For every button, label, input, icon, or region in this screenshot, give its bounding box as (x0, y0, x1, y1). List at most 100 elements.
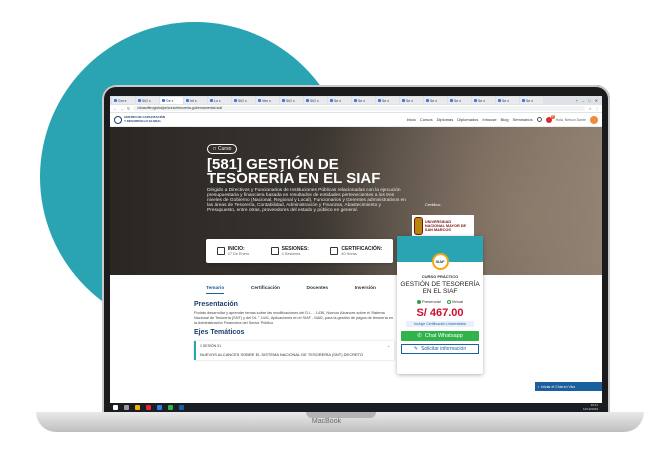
whatsapp-button[interactable]: ✆ Chat Whatsapp (401, 331, 479, 341)
logo-mark-icon (114, 115, 122, 124)
site-logo[interactable]: CENTRO DE CAPACITACIÓN Y DESARROLLO GLOB… (114, 115, 165, 124)
favicon-icon (450, 99, 453, 102)
browser-tab[interactable]: Se x (448, 97, 471, 104)
browser-tab[interactable]: Se x (352, 97, 375, 104)
menu-item-inicio[interactable]: Inicio (407, 117, 416, 122)
radio-empty-icon (446, 299, 451, 304)
certifica-label: Certifica: (425, 202, 441, 207)
page-title: [581] GESTIÓN DE TESORERÍA EN EL SIAF (207, 156, 381, 187)
calendar-icon (216, 247, 225, 255)
course-description: Dirigido a Directivos y Funcionarios de … (207, 188, 406, 213)
chat-icon: ▪ (538, 384, 540, 389)
browser-tab[interactable]: Lo x (208, 97, 231, 104)
browser-tab[interactable]: Se x (496, 97, 519, 104)
favicon-icon (138, 99, 141, 102)
promo-stage: Gm e SIG x Ge x Inf x Lo x SIG x Ven x S… (0, 0, 653, 450)
logo-line-2: Y DESARROLLO GLOBAL (124, 118, 162, 123)
app-icon[interactable] (168, 405, 173, 410)
chevron-down-icon[interactable]: ⌄ (387, 344, 390, 348)
accordion-header: 1 SESIÓN 01 ⌄ (200, 344, 390, 348)
menu-item-blog[interactable]: Blog (501, 117, 509, 122)
browser-tab[interactable]: Se x (328, 97, 351, 104)
live-chat-button[interactable]: ▪ Iniciar el Chat en Vivo (535, 382, 602, 391)
search-taskbar-icon[interactable] (124, 405, 129, 410)
card-body: CURSO PRÁCTICO GESTIÓN DE TESORERÍA EN E… (397, 262, 483, 327)
favicon-icon (330, 99, 333, 102)
favicon-icon (522, 99, 525, 102)
browser-tab[interactable]: Se x (424, 97, 447, 104)
browser-tab[interactable]: Inf x (184, 97, 207, 104)
hourglass-icon (270, 247, 279, 255)
cart-count-badge: 0 (550, 114, 555, 119)
favicon-icon (378, 99, 381, 102)
laptop-screen: Gm e SIG x Ge x Inf x Lo x SIG x Ven x S… (110, 96, 602, 412)
favicon-icon (282, 99, 285, 102)
info-start: INICIO: 27 De Enero (216, 246, 249, 256)
presentation-heading: Presentación (194, 301, 238, 308)
browser-tab-bar: Gm e SIG x Ge x Inf x Lo x SIG x Ven x S… (110, 96, 602, 105)
cart-icon[interactable]: 0 (545, 114, 555, 123)
favicon-icon (162, 99, 165, 102)
forward-icon[interactable]: → (120, 106, 124, 111)
new-tab-icon[interactable]: + (576, 98, 578, 103)
favicon-icon (210, 99, 213, 102)
app-icon[interactable] (157, 405, 162, 410)
reload-icon[interactable]: ↻ (127, 106, 130, 111)
presentation-text: Podrás desarrollar y aprender temas sobr… (194, 311, 394, 325)
topics-heading: Ejes Temáticos (194, 329, 245, 337)
tab-inversion[interactable]: Inversión (355, 286, 376, 294)
minimize-icon[interactable]: – (582, 98, 584, 103)
browser-tab[interactable]: Se x (376, 97, 399, 104)
session-accordion[interactable]: 1 SESIÓN 01 ⌄ NUEVOS ALCANCES SOBRE EL S… (194, 341, 394, 361)
app-icon[interactable] (179, 405, 184, 410)
favicon-icon (354, 99, 357, 102)
request-info-button[interactable]: ✎ Solicitar información (401, 344, 479, 354)
browser-tab[interactable]: Se x (400, 97, 423, 104)
browser-tab[interactable]: SIG x (280, 97, 303, 104)
close-icon[interactable]: ✕ (595, 98, 598, 103)
back-icon[interactable]: ← (113, 106, 117, 111)
avatar[interactable] (590, 115, 598, 124)
info-certification: CERTIFICACIÓN: 40 Horas (330, 246, 382, 256)
content-tabs: Temario Certificación Docentes Inversión (206, 286, 376, 294)
bookmark-star-icon[interactable]: ☆ (588, 106, 592, 111)
browser-tab[interactable]: Se x (472, 97, 495, 104)
browser-tab-active[interactable]: Ge x (160, 97, 183, 104)
modality-virtual[interactable]: Virtual (446, 299, 463, 304)
course-badge: □ Curso (207, 144, 238, 154)
session-label: 1 SESIÓN 01 (200, 344, 222, 349)
windows-start-icon[interactable] (113, 405, 118, 410)
session-title: NUEVOS ALCANCES SOBRE EL SISTEMA NACIONA… (200, 352, 364, 358)
menu-item-cursos[interactable]: Cursos (420, 117, 433, 122)
menu-item-diplomas[interactable]: Diplomas (437, 117, 454, 122)
favicon-icon (474, 99, 477, 102)
favicon-icon (114, 99, 117, 102)
course-name: GESTIÓN DE TESORERÍA EN EL SIAF (400, 281, 480, 295)
chrome-icon[interactable] (146, 405, 151, 410)
tab-certificacion[interactable]: Certificación (251, 286, 280, 294)
favicon-icon (258, 99, 261, 102)
maximize-icon[interactable]: □ (588, 98, 590, 103)
user-greeting[interactable]: Hola, Nelson Dante (556, 118, 586, 122)
modality-presencial[interactable]: Presencial (417, 299, 441, 304)
menu-dots-icon[interactable]: ⋮ (595, 106, 599, 111)
file-explorer-icon[interactable] (135, 405, 140, 410)
favicon-icon (402, 99, 405, 102)
tab-docentes[interactable]: Docentes (307, 286, 329, 294)
os-taskbar: 19:21 12/12/2019 (110, 403, 602, 412)
browser-tab[interactable]: Gm e (112, 97, 135, 104)
browser-tab[interactable]: SIG x (232, 97, 255, 104)
menu-item-inhouse[interactable]: Inhouse (482, 117, 496, 122)
browser-tab[interactable]: SIG x (136, 97, 159, 104)
browser-tab[interactable]: Se x (520, 97, 543, 104)
system-clock: 19:21 12/12/2019 (582, 403, 598, 411)
browser-tab[interactable]: Ven x (256, 97, 279, 104)
course-price: S/ 467.00 (416, 307, 464, 319)
url-input[interactable]: cibasofttroglobalpe/curso/tesoreria-gube… (133, 106, 586, 111)
menu-item-seminarios[interactable]: Seminarios (513, 117, 533, 122)
favicon-icon (186, 99, 189, 102)
search-icon[interactable] (536, 117, 542, 122)
tab-temario[interactable]: Temario (206, 286, 225, 294)
browser-tab[interactable]: SIG x (304, 97, 327, 104)
menu-item-diplomados[interactable]: Diplomados (457, 117, 478, 122)
